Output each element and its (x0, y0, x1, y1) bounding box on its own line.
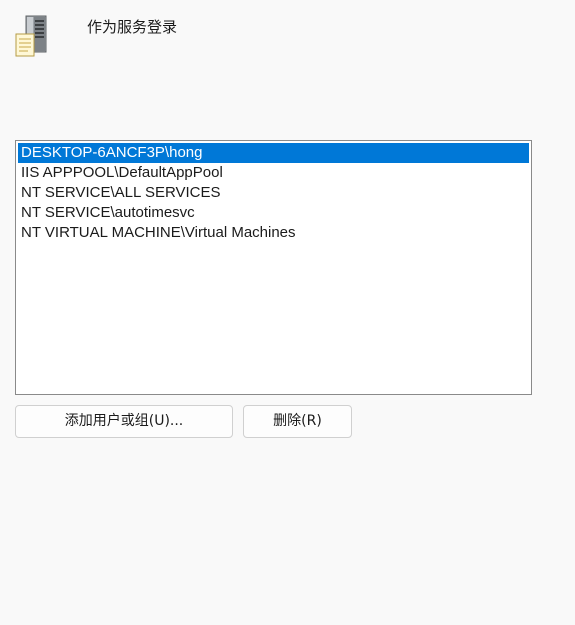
server-computer-icon (14, 14, 54, 58)
remove-button[interactable]: 删除(R) (243, 405, 352, 438)
list-item[interactable]: DESKTOP-6ANCF3P\hong (18, 143, 529, 163)
list-item[interactable]: NT SERVICE\ALL SERVICES (18, 183, 529, 203)
add-user-or-group-button[interactable]: 添加用户或组(U)... (15, 405, 233, 438)
list-item[interactable]: IIS APPPOOL\DefaultAppPool (18, 163, 529, 183)
members-listbox[interactable]: DESKTOP-6ANCF3P\hong IIS APPPOOL\Default… (15, 140, 532, 395)
list-item[interactable]: NT VIRTUAL MACHINE\Virtual Machines (18, 223, 529, 243)
policy-properties-page: 作为服务登录 DESKTOP-6ANCF3P\hong IIS APPPOOL\… (0, 0, 575, 625)
page-title: 作为服务登录 (87, 18, 178, 36)
list-item[interactable]: NT SERVICE\autotimesvc (18, 203, 529, 223)
